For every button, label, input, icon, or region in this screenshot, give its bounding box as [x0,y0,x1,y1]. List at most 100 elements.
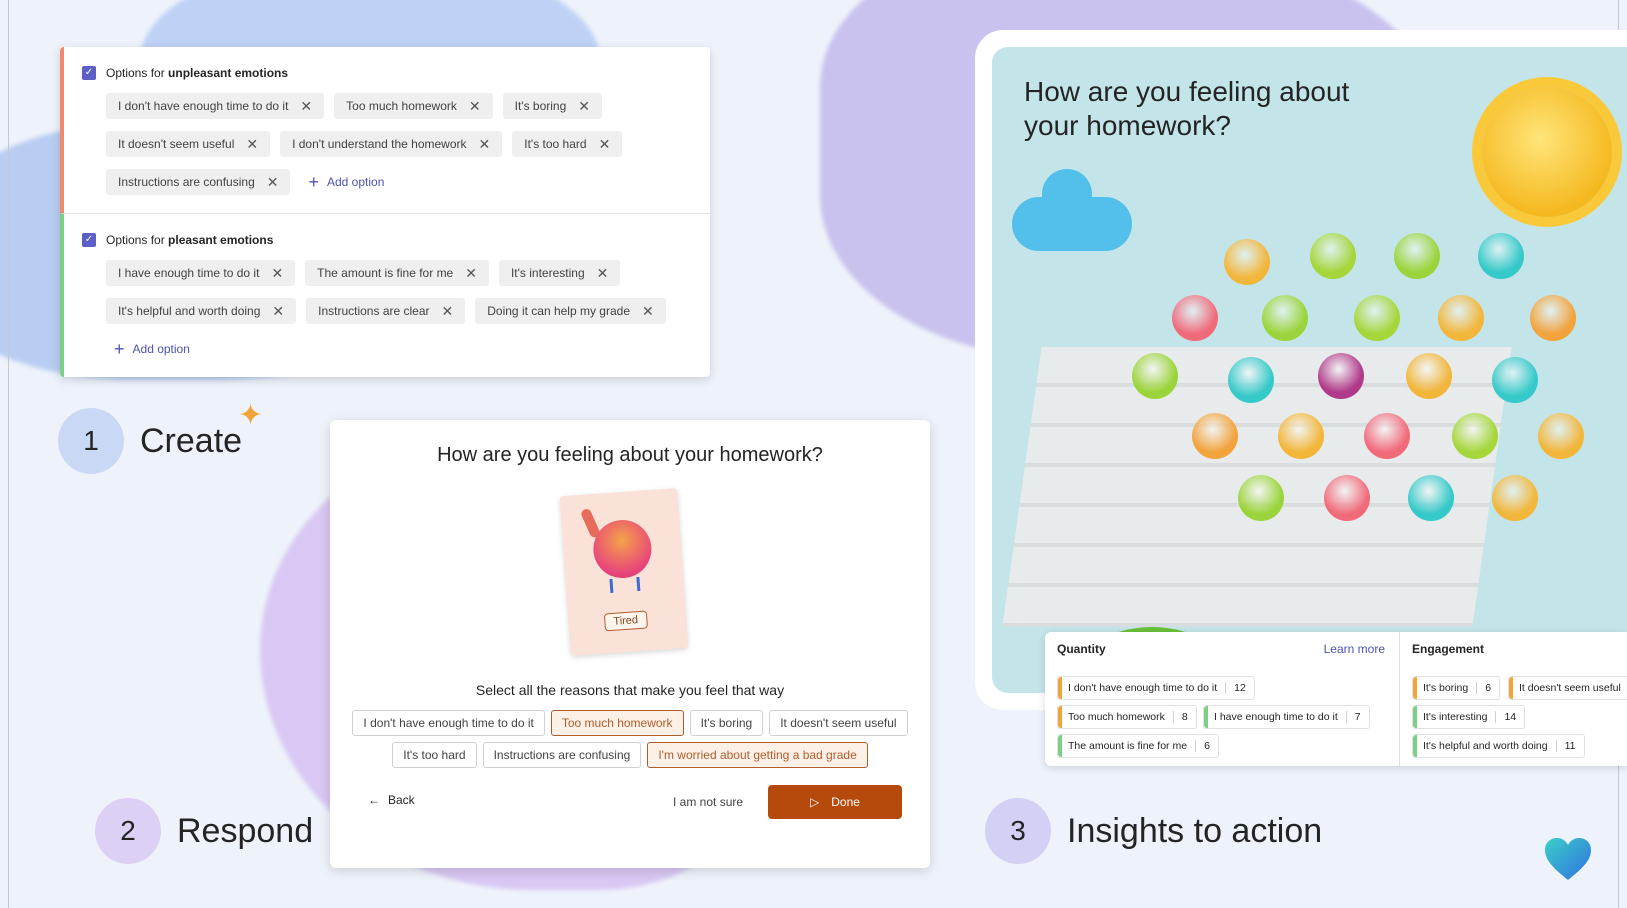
insight-count: 12 [1234,682,1246,694]
monster-illustration [1278,413,1324,459]
monster-illustration [1530,295,1576,341]
create-options-card: ✓ Options for unpleasant emotions I don'… [60,47,710,377]
step-label: Create [140,421,243,460]
option-label: I don't have enough time to do it [118,99,289,113]
option-label: The amount is fine for me [317,266,454,280]
close-icon[interactable]: ✕ [271,265,283,282]
pleasant-options-header: ✓ Options for pleasant emotions [82,230,710,250]
option-chip[interactable]: I have enough time to do it ✕ [106,260,296,286]
insight-chip[interactable]: It's interesting 14 [1412,705,1526,729]
close-icon[interactable]: ✕ [599,136,611,153]
insight-chip[interactable]: Too much homework 8 [1057,705,1197,729]
option-label: It's too hard [524,137,587,151]
close-icon[interactable]: ✕ [469,98,481,115]
step-label: Insights to action [1067,811,1323,850]
sentiment-bar [1509,677,1513,699]
option-chip[interactable]: I don't understand the homework ✕ [280,131,503,157]
done-button[interactable]: ▷ Done [768,785,902,819]
scene-title: How are you feeling about your homework? [1024,76,1350,141]
option-chip[interactable]: Doing it can help my grade ✕ [475,298,666,324]
sentiment-bar [1058,706,1062,728]
close-icon[interactable]: ✕ [578,98,590,115]
reason-list: I don't have enough time to do it Too muc… [350,710,910,768]
insight-label: It doesn't seem useful [1519,682,1621,694]
plus-icon: + [308,172,319,192]
insight-count: 7 [1354,711,1361,723]
option-label: Too much homework [346,99,457,113]
cloud-illustration [1012,197,1132,251]
option-label: I don't understand the homework [292,137,467,151]
monster-illustration [1324,475,1370,521]
option-chip[interactable]: It's too hard ✕ [512,131,623,157]
insight-chip[interactable]: I don't have enough time to do it 12 [1057,676,1255,700]
reason-option[interactable]: Too much homework [550,710,684,736]
insight-label: I have enough time to do it [1214,711,1338,723]
step-number: 2 [95,798,161,864]
reason-option[interactable]: It doesn't seem useful [769,710,908,736]
not-sure-button[interactable]: I am not sure [673,795,743,809]
close-icon[interactable]: ✕ [597,265,609,282]
sentiment-bar [1058,677,1062,699]
sparkle-icon: ✦ [238,399,264,432]
step-create: 1 Create [58,408,242,474]
divider [1495,711,1497,723]
monster-illustration [1438,295,1484,341]
back-button[interactable]: ← Back [368,793,415,807]
option-chip[interactable]: I don't have enough time to do it ✕ [106,93,325,119]
option-chip[interactable]: It's boring ✕ [502,93,602,119]
close-icon[interactable]: ✕ [465,265,477,282]
add-option-label: Add option [327,175,385,189]
sun-illustration [1482,87,1612,217]
close-icon[interactable]: ✕ [246,136,258,153]
close-icon[interactable]: ✕ [642,303,654,320]
option-chip[interactable]: It doesn't seem useful ✕ [106,131,271,157]
reason-option[interactable]: It's too hard [392,742,477,768]
learn-more-link[interactable]: Learn more [1324,642,1385,656]
add-option-button[interactable]: + Add option [300,169,392,195]
close-icon[interactable]: ✕ [267,174,279,191]
pleasant-checkbox[interactable]: ✓ [82,233,96,247]
divider [1225,682,1227,694]
monster-illustration [1452,413,1498,459]
close-icon[interactable]: ✕ [300,98,312,115]
reason-option[interactable]: Instructions are confusing [482,742,642,768]
insight-chip[interactable]: It's boring 6 [1412,676,1501,700]
heart-logo-icon [1545,838,1591,880]
close-icon[interactable]: ✕ [442,303,454,320]
monster-illustration [1192,413,1238,459]
close-icon[interactable]: ✕ [272,303,284,320]
reason-option[interactable]: I'm worried about getting a bad grade [647,742,868,768]
unpleasant-options-section: ✓ Options for unpleasant emotions I don'… [60,47,710,213]
monster-illustration [1364,413,1410,459]
insight-count: 11 [1564,740,1576,752]
reason-option[interactable]: I don't have enough time to do it [352,710,545,736]
insight-label: It's interesting [1423,711,1488,723]
divider [1345,711,1347,723]
insight-chip[interactable]: It doesn't seem useful [1508,676,1627,700]
insight-chip[interactable]: It's helpful and worth doing 11 [1412,734,1585,758]
option-chip[interactable]: It's helpful and worth doing ✕ [106,298,297,324]
insight-count: 6 [1204,740,1210,752]
respond-footer: ← Back I am not sure ▷ Done [330,785,930,819]
monster-illustration [1492,357,1538,403]
option-chip[interactable]: Instructions are confusing ✕ [106,169,291,195]
option-chip[interactable]: The amount is fine for me ✕ [305,260,489,286]
option-chip[interactable]: Too much homework ✕ [334,93,493,119]
respond-title: How are you feeling about your homework? [437,444,823,466]
reason-option[interactable]: It's boring [689,710,764,736]
step-insights: 3 Insights to action [985,798,1322,864]
insight-chip[interactable]: I have enough time to do it 7 [1203,705,1370,729]
option-chip[interactable]: It's interesting ✕ [498,260,621,286]
insight-chip[interactable]: The amount is fine for me 6 [1057,734,1219,758]
unpleasant-header-text: Options for unpleasant emotions [106,66,289,80]
unpleasant-checkbox[interactable]: ✓ [82,66,96,80]
monster-illustration [1406,353,1452,399]
monster-illustration [1262,295,1308,341]
insight-count: 6 [1485,682,1492,694]
option-chip[interactable]: Instructions are clear ✕ [306,298,466,324]
step-number: 3 [985,798,1051,864]
monster-illustration [1354,295,1400,341]
option-label: I have enough time to do it [118,266,260,280]
add-option-button[interactable]: + Add option [106,336,198,362]
close-icon[interactable]: ✕ [479,136,491,153]
